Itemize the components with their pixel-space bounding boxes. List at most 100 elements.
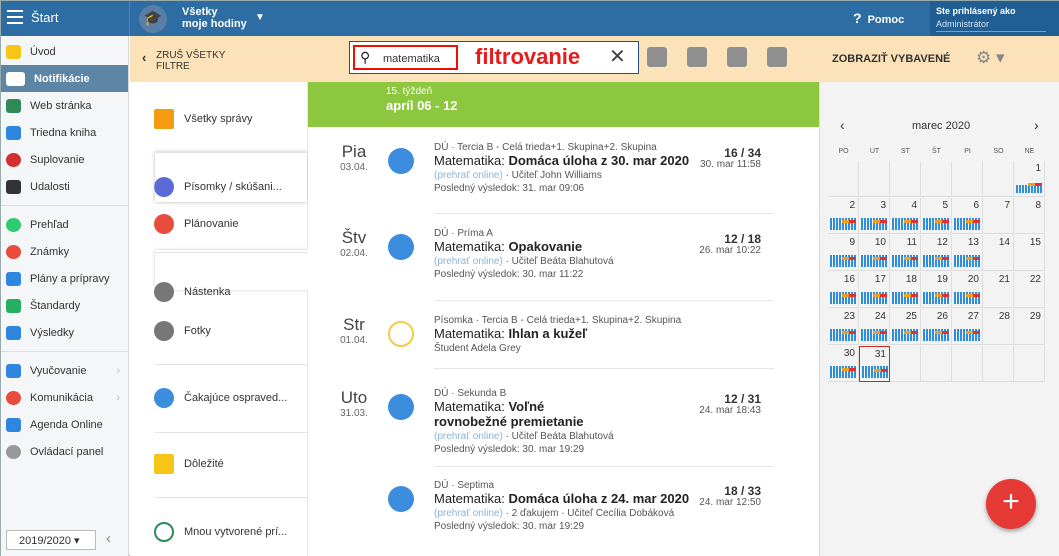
calendar-day[interactable]: 9 xyxy=(828,235,859,271)
sidebar-item-vyucovanie[interactable]: Vyučovanie › xyxy=(1,357,128,384)
category-photos[interactable]: Fotky xyxy=(154,321,211,341)
workspace-selector[interactable]: 🎓 Všetky moje hodiny ▼ xyxy=(129,1,269,36)
envelope-icon xyxy=(154,109,174,129)
calendar-day[interactable]: 14 xyxy=(983,235,1014,271)
calendar-day[interactable]: 12 xyxy=(921,235,952,271)
category-created-by-me[interactable]: Mnou vytvorené prí... xyxy=(154,522,287,542)
calendar-day[interactable]: 23 xyxy=(828,309,859,345)
sidebar-item-prehlad[interactable]: Prehľad xyxy=(1,211,128,238)
calendar-day-number: 23 xyxy=(843,311,855,322)
week-header: 15. týždeň apríl 06 - 12 xyxy=(308,82,819,127)
category-label: Plánovanie xyxy=(184,218,239,230)
calendar-day[interactable]: 17 xyxy=(859,272,890,308)
play-online-link[interactable]: (prehrať online) xyxy=(434,170,503,181)
sidebar-item-web[interactable]: Web stránka xyxy=(1,92,128,119)
category-board[interactable]: Nástenka xyxy=(154,282,230,302)
calendar-day[interactable]: 18 xyxy=(890,272,921,308)
close-icon[interactable]: ✕ xyxy=(609,44,626,69)
gear-icon[interactable]: ⚙ ▾ xyxy=(976,48,1005,68)
sidebar-item-notifikacie[interactable]: Notifikácie xyxy=(1,65,128,92)
home-link[interactable]: Štart xyxy=(31,10,58,25)
calendar-day[interactable]: 22 xyxy=(1014,272,1045,308)
show-equipped-button[interactable]: ZOBRAZIŤ VYBAVENÉ xyxy=(832,53,950,65)
calendar-day[interactable]: 4 xyxy=(890,198,921,234)
search-input[interactable]: matematika xyxy=(353,45,458,70)
feed-item[interactable]: DÚ · Septima Matematika: Domáca úloha z … xyxy=(308,480,819,540)
calendar-day[interactable]: 10 xyxy=(859,235,890,271)
calendar-empty xyxy=(890,346,921,382)
category-label: Mnou vytvorené prí... xyxy=(184,526,288,538)
sidebar-item-suplovanie[interactable]: Suplovanie xyxy=(1,146,128,173)
play-online-link[interactable]: (prehrať online) xyxy=(434,508,503,519)
activity-highlight xyxy=(873,220,887,223)
sidebar-item-standardy[interactable]: Štandardy xyxy=(1,292,128,319)
calendar-day[interactable]: 20 xyxy=(952,272,983,308)
next-month-button[interactable]: › xyxy=(1034,117,1039,133)
sidebar-item-udalosti[interactable]: Udalosti xyxy=(1,173,128,200)
feed-teacher: · Učiteľ Beáta Blahutová xyxy=(505,256,614,267)
feed-teacher: · 2 ďakujem · Učiteľ Cecília Dobáková xyxy=(505,508,675,519)
user-menu[interactable]: Ste prihlásený ako Administrátor xyxy=(930,1,1059,36)
sidebar-item-ovladaci-panel[interactable]: Ovládací panel xyxy=(1,438,128,465)
sidebar-item-plany[interactable]: Plány a prípravy xyxy=(1,265,128,292)
category-planning[interactable]: Plánovanie xyxy=(154,214,238,234)
calendar-day[interactable]: 2 xyxy=(828,198,859,234)
calendar-day[interactable]: 15 xyxy=(1014,235,1045,271)
calendar-day[interactable]: 28 xyxy=(983,309,1014,345)
clear-filters-line1: ZRUŠ VŠETKY xyxy=(156,50,226,61)
edit-icon[interactable] xyxy=(767,47,787,67)
calendar-empty xyxy=(828,161,859,197)
category-label: Fotky xyxy=(184,325,211,337)
calendar-day[interactable]: 24 xyxy=(859,309,890,345)
calendar-day[interactable]: 27 xyxy=(952,309,983,345)
sidebar-item-label: Triedna kniha xyxy=(30,126,97,139)
sidebar-item-triedna-kniha[interactable]: Triedna kniha xyxy=(1,119,128,146)
presentation-icon[interactable] xyxy=(727,47,747,67)
calendar-day[interactable]: 25 xyxy=(890,309,921,345)
feed-count: 18 / 33 xyxy=(724,484,761,498)
calendar-day[interactable]: 11 xyxy=(890,235,921,271)
school-year-select[interactable]: 2019/2020 ▾ xyxy=(6,530,96,550)
calendar-day[interactable]: 30 xyxy=(828,346,859,382)
calendar-day[interactable]: 16 xyxy=(828,272,859,308)
calendar-day[interactable]: 31 xyxy=(859,346,890,382)
feed-title: Matematika: Domáca úloha z 30. mar 2020 xyxy=(434,153,699,168)
weekday-label: ST xyxy=(901,148,910,155)
category-excuses[interactable]: Čakajúce ospraved... xyxy=(154,388,287,408)
feed-item[interactable]: Štv 02.04. DÚ · Príma A Matematika: Opak… xyxy=(308,228,819,301)
backpack-icon[interactable] xyxy=(647,47,667,67)
feed-item[interactable]: Str 01.04. Písomka · Tercia B - Celá tri… xyxy=(308,315,819,375)
calendar-day[interactable]: 13 xyxy=(952,235,983,271)
calendar-day[interactable]: 21 xyxy=(983,272,1014,308)
calendar-day[interactable]: 5 xyxy=(921,198,952,234)
calendar-day[interactable]: 7 xyxy=(983,198,1014,234)
play-online-link[interactable]: (prehrať online) xyxy=(434,256,503,267)
calendar-day[interactable]: 19 xyxy=(921,272,952,308)
add-button[interactable]: + xyxy=(986,479,1036,529)
sidebar-item-vysledky[interactable]: Výsledky xyxy=(1,319,128,346)
calendar-day-number: 6 xyxy=(973,200,979,211)
feed-date: 31.03. xyxy=(340,408,368,419)
menu-icon[interactable] xyxy=(7,10,23,24)
sidebar-item-uvod[interactable]: Úvod xyxy=(1,38,128,65)
feed-item[interactable]: Uto 31.03. DÚ · Sekunda B Matematika: Vo… xyxy=(308,388,819,468)
play-online-link[interactable]: (prehrať online) xyxy=(434,431,503,442)
sidebar-item-agenda[interactable]: Agenda Online xyxy=(1,411,128,438)
sidebar-item-znamky[interactable]: Známky xyxy=(1,238,128,265)
clear-filters-button[interactable]: ‹ ZRUŠ VŠETKY FILTRE xyxy=(142,50,226,72)
calendar-day[interactable]: 8 xyxy=(1014,198,1045,234)
collapse-sidebar-icon[interactable]: ‹ xyxy=(106,530,111,547)
prev-month-button[interactable]: ‹ xyxy=(840,117,845,133)
calendar-day[interactable]: 26 xyxy=(921,309,952,345)
feed-item[interactable]: Pia 03.04. DÚ · Tercia B - Celá trieda+1… xyxy=(308,142,819,214)
category-all[interactable]: Všetky správy xyxy=(154,109,252,129)
help-button[interactable]: ? Pomoc xyxy=(853,10,904,26)
feed-time: 30. mar 11:58 xyxy=(700,159,761,170)
monitor-icon[interactable] xyxy=(687,47,707,67)
calendar-day[interactable]: 3 xyxy=(859,198,890,234)
calendar-day[interactable]: 29 xyxy=(1014,309,1045,345)
calendar-day[interactable]: 6 xyxy=(952,198,983,234)
sidebar-item-komunikacia[interactable]: Komunikácia › xyxy=(1,384,128,411)
calendar-day[interactable]: 1 xyxy=(1014,161,1045,197)
category-important[interactable]: Dôležité xyxy=(154,454,224,474)
